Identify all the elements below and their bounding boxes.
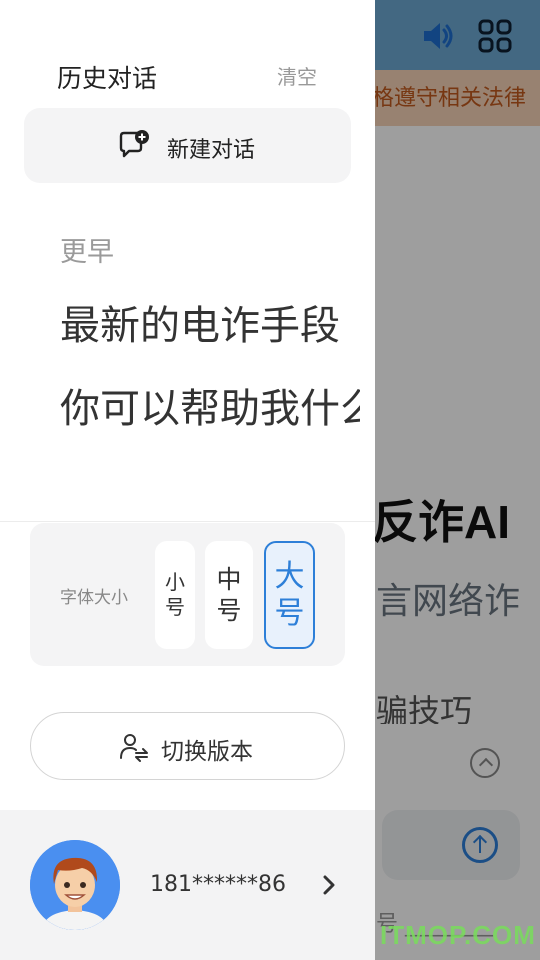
font-size-label: 字体大小 (60, 588, 128, 608)
font-size-small-option[interactable]: 小号 (155, 541, 195, 649)
divider (0, 521, 375, 522)
font-size-small-text: 小号 (165, 570, 185, 619)
font-size-large-option[interactable]: 大号 (264, 541, 315, 649)
font-size-panel: 字体大小 小号 中号 大号 (30, 523, 345, 666)
new-chat-label: 新建对话 (167, 138, 256, 163)
font-size-medium-text: 中号 (216, 564, 242, 625)
user-profile-bar[interactable]: 181******86 (0, 810, 375, 960)
switch-user-icon (120, 734, 148, 762)
section-earlier: 更早 (60, 237, 114, 268)
switch-version-label: 切换版本 (161, 739, 253, 765)
history-drawer: 历史对话 清空 新建对话 更早 最新的电诈手段 你可以帮助我什么 字体大小 小号… (0, 0, 375, 960)
avatar[interactable] (30, 840, 120, 930)
user-phone: 181******86 (150, 872, 286, 897)
clear-button[interactable]: 清空 (277, 61, 317, 90)
history-item[interactable]: 你可以帮助我什么 (60, 376, 360, 434)
drawer-header: 历史对话 清空 (0, 0, 375, 100)
new-chat-icon (119, 130, 149, 158)
font-size-medium-option[interactable]: 中号 (205, 541, 253, 649)
chevron-right-icon[interactable] (318, 874, 340, 896)
history-title: 历史对话 (57, 64, 158, 93)
history-item[interactable]: 最新的电诈手段 (60, 293, 360, 351)
font-size-large-text: 大号 (274, 558, 305, 632)
switch-version-button[interactable]: 切换版本 (30, 712, 345, 780)
watermark: ITMOP.COM (380, 920, 536, 950)
new-chat-button[interactable]: 新建对话 (24, 108, 351, 183)
